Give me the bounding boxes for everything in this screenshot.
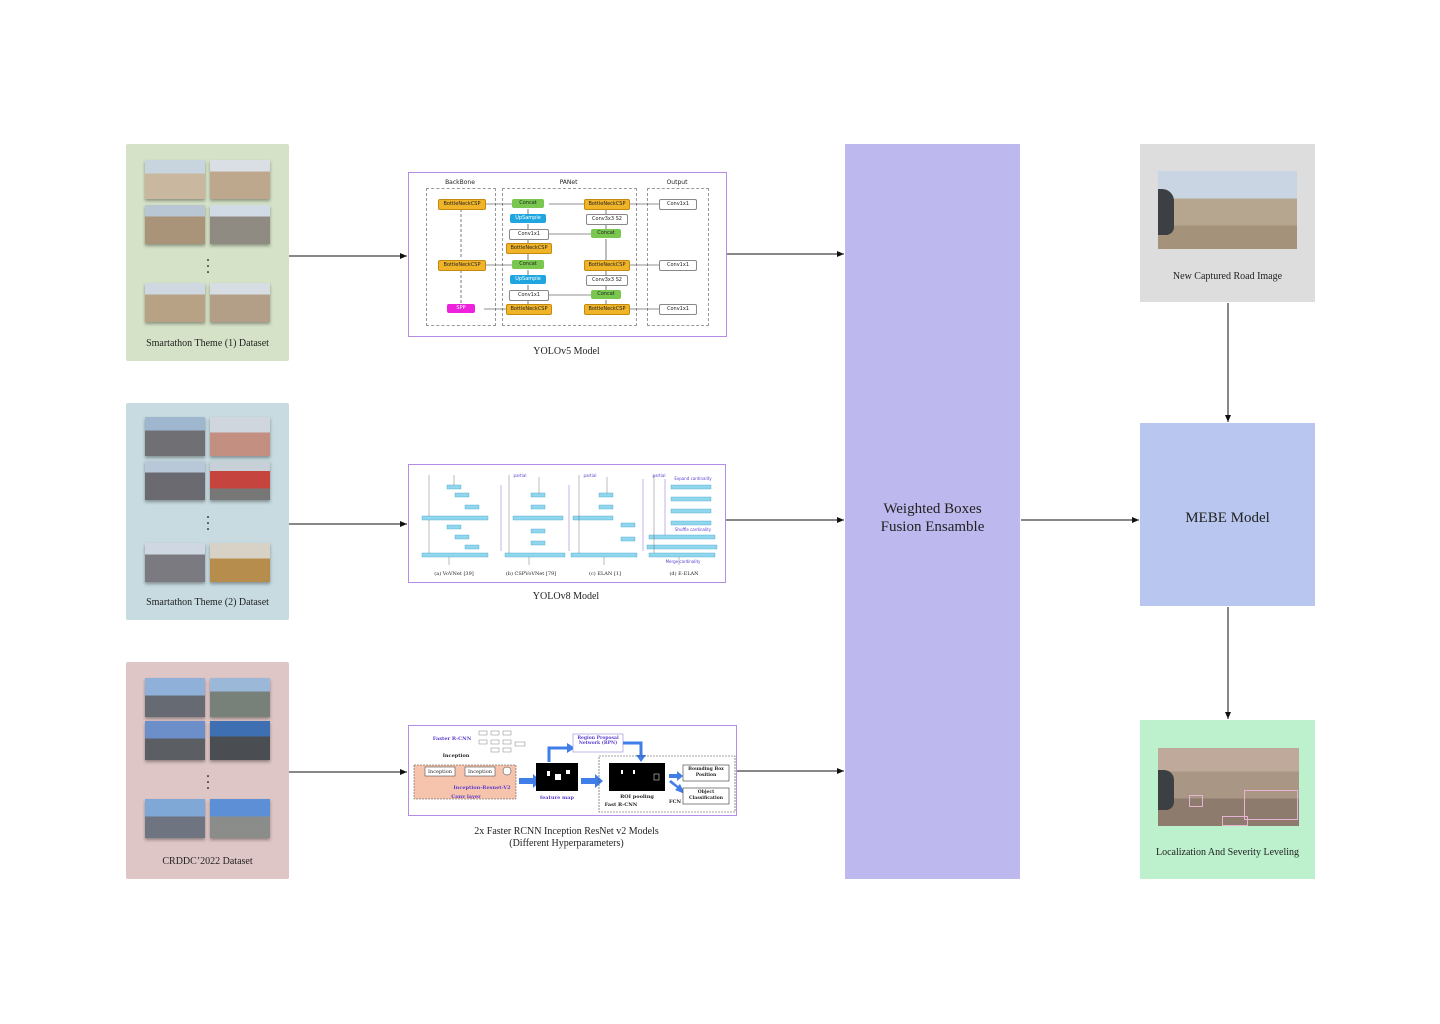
fusion-label-line2: Fusion Ensamble	[880, 519, 985, 535]
conv1x1-node: Conv1x1	[509, 229, 549, 240]
inception-block-label: Inception	[468, 769, 492, 775]
fusion-label-line1: Weighted Boxes	[883, 501, 982, 517]
conv3x3-node: Conv3x3 S2	[586, 275, 628, 286]
input-label: New Captured Road Image	[1172, 271, 1283, 282]
dataset-label: Smartathon Theme (1) Dataset	[146, 338, 269, 349]
bbox-position-label: Bounding Box Position	[688, 767, 724, 778]
road-image	[1158, 171, 1297, 249]
bottleneck-csp-node: BottleNeckCSP	[506, 304, 552, 315]
road-thumbnail	[145, 543, 205, 582]
dataset-label: CRDDC’2022 Dataset	[162, 856, 253, 867]
weighted-boxes-fusion-block: Weighted Boxes Fusion Ensamble	[845, 144, 1020, 879]
partial-label: partial	[513, 473, 527, 478]
yolov5-diagram: BackBone PANet Output BottleNeckCSP Bott…	[408, 172, 727, 337]
road-thumbnail	[145, 461, 205, 500]
road-thumbnail	[145, 283, 205, 322]
output-conv-node: Conv1x1	[659, 260, 697, 271]
concat-node: Concat	[591, 290, 621, 299]
roi-pooling-label: ROI pooling	[620, 794, 654, 800]
conv3x3-node: Conv3x3 S2	[586, 214, 628, 225]
road-thumbnail	[145, 417, 205, 456]
feature-map-label: feature map	[539, 795, 575, 801]
annotated-road-image	[1158, 748, 1299, 826]
new-road-image-panel: New Captured Road Image	[1140, 144, 1315, 302]
bottleneck-csp-node: BottleNeckCSP	[584, 304, 630, 315]
concat-node: Concat	[591, 229, 621, 238]
bottleneck-csp-node: BottleNeckCSP	[506, 243, 552, 254]
detection-box	[1222, 816, 1248, 826]
output-label: Localization And Severity Leveling	[1155, 847, 1299, 858]
rpn-label: Region Proposal Network (RPN)	[577, 736, 619, 746]
road-thumbnail	[145, 678, 205, 717]
fast-rcnn-label: Fast R-CNN	[604, 802, 638, 808]
bottleneck-csp-node: BottleNeckCSP	[584, 260, 630, 271]
bottleneck-csp-node: BottleNeckCSP	[438, 199, 486, 210]
output-conv-node: Conv1x1	[659, 199, 697, 210]
ellipsis-dots: ...	[206, 764, 210, 793]
dataset-crddc-panel: ... CRDDC’2022 Dataset	[126, 662, 289, 879]
elan-architectures	[421, 475, 718, 565]
partial-label: partial	[652, 473, 666, 478]
road-thumbnail	[145, 160, 205, 199]
inception-resnet-label: Inception-Resnet-V2	[453, 785, 511, 791]
bottleneck-csp-node: BottleNeckCSP	[438, 260, 486, 271]
road-thumbnail	[210, 160, 270, 199]
road-thumbnail	[210, 461, 270, 500]
shuffle-cardinality-label: Shuffle cardinality	[674, 527, 712, 532]
detection-box	[1189, 795, 1203, 807]
dataset-theme2-panel: ... Smartathon Theme (2) Dataset	[126, 403, 289, 620]
detection-box	[1244, 790, 1298, 820]
mebe-label: MEBE Model	[1185, 510, 1270, 526]
frcnn-caption-line2: (Different Hyperparameters)	[509, 838, 624, 849]
upsample-node: UpSample	[510, 214, 546, 223]
car-silhouette	[1158, 189, 1174, 235]
object-classification-label: Object Classification	[689, 790, 723, 801]
partial-label: partial	[583, 473, 597, 478]
merge-cardinality-label: Merge cardinality	[665, 559, 701, 564]
localization-output-panel: Localization And Severity Leveling	[1140, 720, 1315, 879]
road-thumbnail	[210, 417, 270, 456]
conv-layer-label: Conv layer	[451, 794, 481, 800]
conv1x1-node: Conv1x1	[509, 290, 549, 301]
bottleneck-csp-node: BottleNeckCSP	[584, 199, 630, 210]
yolov5-caption: YOLOv5 Model	[533, 346, 600, 357]
car-silhouette	[1158, 770, 1174, 810]
fcn-label: FCN	[668, 799, 682, 805]
upsample-node: UpSample	[510, 275, 546, 284]
subcaption-d: (d) E-ELAN	[669, 571, 699, 577]
road-thumbnail	[145, 205, 205, 244]
subcaption-b: (b) CSPVoVNet [79]	[505, 571, 557, 577]
road-thumbnail	[145, 721, 205, 760]
subcaption-c: (c) ELAN [1]	[589, 571, 621, 577]
ellipsis-dots: ...	[206, 248, 210, 277]
subcaption-a: (a) VoVNet [39]	[434, 571, 474, 577]
road-thumbnail	[210, 283, 270, 322]
road-thumbnail	[210, 543, 270, 582]
road-thumbnail	[210, 205, 270, 244]
spp-node: SPP	[447, 304, 475, 313]
output-conv-node: Conv1x1	[659, 304, 697, 315]
inception-block-label: Inception	[428, 769, 452, 775]
ellipsis-dots: ...	[206, 505, 210, 534]
road-thumbnail	[145, 799, 205, 838]
dataset-label: Smartathon Theme (2) Dataset	[146, 597, 269, 608]
frcnn-caption-line1: 2x Faster RCNN Inception ResNet v2 Model…	[474, 826, 659, 837]
road-thumbnail	[210, 678, 270, 717]
mebe-model-block: MEBE Model	[1140, 423, 1315, 606]
road-thumbnail	[210, 799, 270, 838]
dataset-theme1-panel: ... Smartathon Theme (1) Dataset	[126, 144, 289, 361]
concat-node: Concat	[512, 260, 544, 269]
road-thumbnail	[210, 721, 270, 760]
frcnn-caption: 2x Faster RCNN Inception ResNet v2 Model…	[408, 826, 725, 850]
yolov8-diagram: partial partial partial Expand cardinali…	[408, 464, 726, 583]
yolov8-caption: YOLOv8 Model	[532, 591, 600, 602]
concat-node: Concat	[512, 199, 544, 208]
faster-rcnn-diagram: Faster R-CNN Inception Inception Incepti…	[408, 725, 737, 816]
expand-cardinality-label: Expand cardinality	[674, 476, 712, 481]
fusion-label: Weighted Boxes Fusion Ensamble	[845, 500, 1020, 536]
